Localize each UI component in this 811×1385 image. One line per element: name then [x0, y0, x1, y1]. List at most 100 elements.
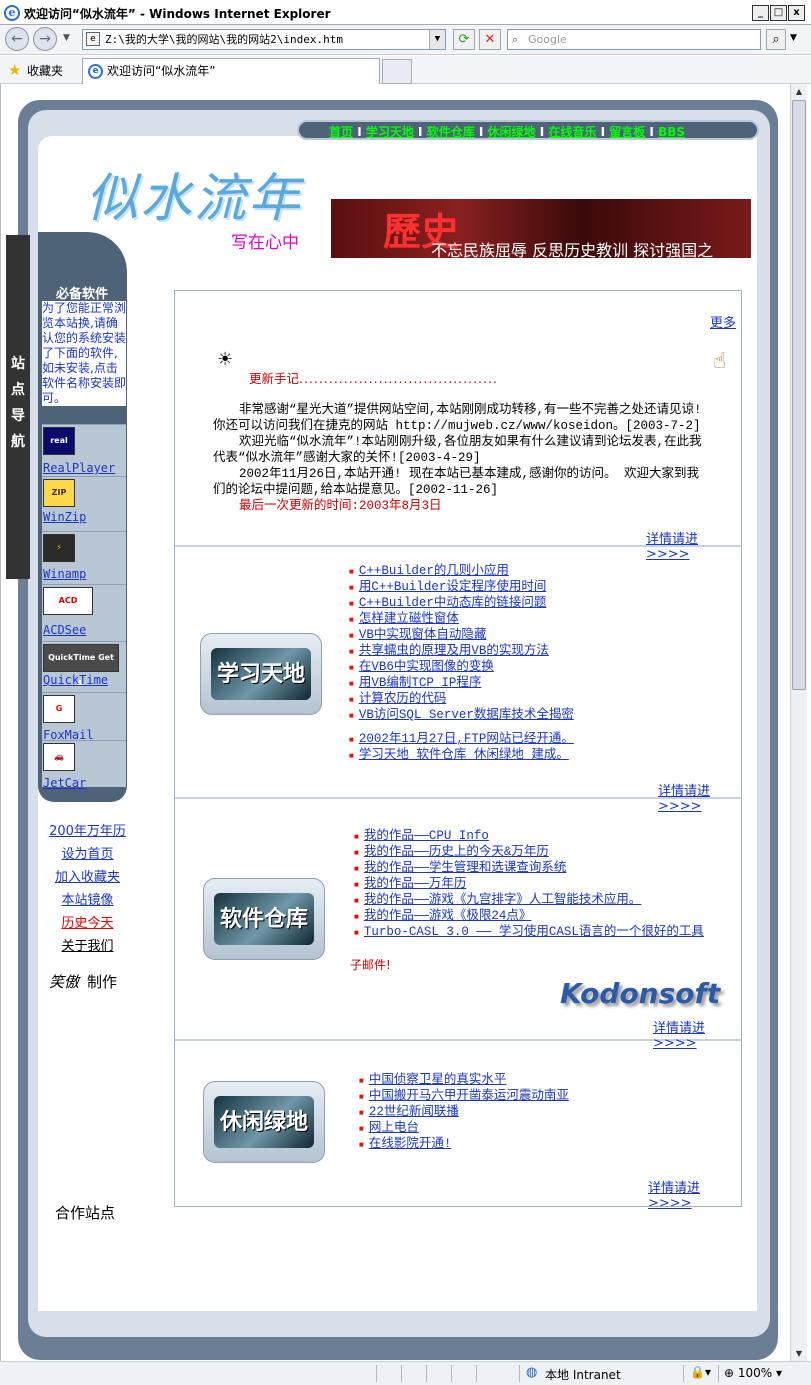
- list-link[interactable]: 中国侦察卫星的真实水平: [369, 1073, 507, 1087]
- list-item[interactable]: ■ 怎样建立磁性窗体: [349, 612, 739, 628]
- jetcar-icon[interactable]: 🚗: [43, 743, 75, 771]
- nav-link[interactable]: 学习天地: [366, 125, 414, 139]
- winzip-icon[interactable]: ZIP: [43, 479, 75, 507]
- study-badge[interactable]: 学习天地: [200, 633, 322, 715]
- favorites-button[interactable]: 收藏夹: [27, 62, 63, 79]
- left-link[interactable]: 关于我们: [42, 935, 133, 954]
- software-item-foxmail[interactable]: G FoxMail: [42, 692, 126, 742]
- left-link[interactable]: 200年万年历: [42, 820, 133, 839]
- address-input[interactable]: e Z:\我的大学\我的网站\我的网站2\index.htm ▼: [82, 29, 446, 50]
- zoom-level[interactable]: ⊕ 100% ▾: [724, 1366, 782, 1380]
- list-link[interactable]: 怎样建立磁性窗体: [359, 612, 459, 626]
- list-item[interactable]: ■ 用VB编制TCP_IP程序: [349, 676, 739, 692]
- minimize-button[interactable]: _: [752, 5, 769, 21]
- list-link[interactable]: 在线影院开通!: [369, 1137, 452, 1151]
- list-item[interactable]: ■ 22世纪新闻联播: [359, 1105, 739, 1121]
- list-link[interactable]: 用VB编制TCP_IP程序: [359, 676, 482, 690]
- software-link[interactable]: WinZip: [43, 510, 86, 524]
- software-item-quicktime[interactable]: QuickTime Get 4. QuickTime: [42, 641, 126, 692]
- list-link[interactable]: 我的作品——历史上的今天&万年历: [364, 845, 549, 859]
- left-link[interactable]: 历史今天: [42, 912, 133, 931]
- software-item-realplayer[interactable]: real RealPlayer: [42, 424, 126, 476]
- list-link[interactable]: 我的作品——CPU Info: [364, 829, 489, 843]
- nav-link[interactable]: 休闲绿地: [488, 125, 536, 139]
- list-link[interactable]: VB中实现窗体自动隐藏: [359, 628, 487, 642]
- winamp-icon[interactable]: ⚡: [43, 534, 75, 562]
- list-item[interactable]: ■ 我的作品——万年历: [354, 877, 739, 893]
- list-item[interactable]: ■ C++Builder的几则小应用: [349, 564, 739, 580]
- scroll-thumb[interactable]: [792, 100, 806, 690]
- list-link[interactable]: 学习天地 软件仓库 休闲绿地 建成。: [359, 748, 569, 762]
- software-badge[interactable]: 软件仓库: [203, 878, 325, 960]
- nav-link[interactable]: BBS: [658, 125, 685, 139]
- history-banner[interactable]: 歷史 不忘民族屈辱 反思历史教训 探讨强国之: [331, 199, 751, 258]
- list-link[interactable]: 我的作品——学生管理和选课查询系统: [364, 861, 567, 875]
- software-link[interactable]: ACDSee: [43, 623, 86, 637]
- list-link[interactable]: 我的作品——游戏《极限24点》: [364, 909, 532, 923]
- list-link[interactable]: C++Builder中动态库的链接问题: [359, 596, 547, 610]
- address-dropdown-icon[interactable]: ▼: [429, 30, 445, 49]
- stop-button[interactable]: ✕: [479, 29, 501, 50]
- close-button[interactable]: x: [788, 5, 805, 21]
- search-options-icon[interactable]: ▼: [790, 33, 797, 43]
- software-item-jetcar[interactable]: 🚗 JetCar: [42, 740, 126, 790]
- leisure-detail-link[interactable]: 详情请进>>>>: [648, 1177, 741, 1211]
- security-zone[interactable]: 本地 Intranet: [545, 1366, 621, 1383]
- back-button[interactable]: ←: [5, 27, 29, 51]
- maximize-button[interactable]: □: [770, 5, 787, 21]
- more-link[interactable]: 更多: [710, 312, 736, 331]
- list-item[interactable]: ■ 学习天地 软件仓库 休闲绿地 建成。: [349, 748, 739, 764]
- left-link[interactable]: 加入收藏夹: [42, 866, 133, 885]
- list-link[interactable]: 22世纪新闻联播: [369, 1105, 459, 1119]
- list-item[interactable]: ■ 中国搬开马六甲开凿泰运河震动南亚: [359, 1089, 739, 1105]
- nav-link[interactable]: 软件仓库: [427, 125, 475, 139]
- list-link[interactable]: 共享蠕虫的原理及用VB的实现方法: [359, 644, 549, 658]
- list-item[interactable]: ■ 我的作品——游戏《九宫排字》人工智能技术应用。: [354, 893, 739, 909]
- software-item-acdsee[interactable]: ACD ACDSee: [42, 584, 126, 641]
- software-link[interactable]: Winamp: [43, 567, 86, 581]
- list-link[interactable]: 中国搬开马六甲开凿泰运河震动南亚: [369, 1089, 569, 1103]
- list-item[interactable]: ■ 中国侦察卫星的真实水平: [359, 1073, 739, 1089]
- list-link[interactable]: 在VB6中实现图像的变换: [359, 660, 494, 674]
- list-item[interactable]: ■ C++Builder中动态库的链接问题: [349, 596, 739, 612]
- nav-link[interactable]: 在线音乐: [548, 125, 596, 139]
- software-item-winamp[interactable]: ⚡ Winamp: [42, 531, 126, 584]
- list-item[interactable]: ■ 在线影院开通!: [359, 1137, 739, 1153]
- list-link[interactable]: C++Builder的几则小应用: [359, 564, 509, 578]
- list-link[interactable]: 网上电台: [369, 1121, 419, 1135]
- list-item[interactable]: ■ 用C++Builder设定程序使用时间: [349, 580, 739, 596]
- nav-link[interactable]: 首页: [329, 125, 353, 139]
- quicktime-icon[interactable]: QuickTime Get 4.: [43, 644, 119, 688]
- scroll-up-icon[interactable]: ▲: [791, 84, 807, 99]
- list-link[interactable]: Turbo-CASL 3.0 —— 学习使用CASL语言的一个很好的工具: [364, 925, 704, 939]
- list-item[interactable]: ■ 2002年11月27日,FTP网站已经开通。: [349, 732, 739, 748]
- new-tab-button[interactable]: [382, 59, 412, 84]
- forward-button[interactable]: →: [33, 27, 57, 51]
- list-item[interactable]: ■ VB中实现窗体自动隐藏: [349, 628, 739, 644]
- realplayer-icon[interactable]: real: [43, 427, 75, 455]
- leisure-badge[interactable]: 休闲绿地: [203, 1081, 325, 1163]
- history-dropdown-icon[interactable]: ▼: [63, 33, 70, 43]
- list-link[interactable]: 我的作品——万年历: [364, 877, 467, 891]
- foxmail-icon[interactable]: G: [43, 695, 75, 723]
- list-item[interactable]: ■ Turbo-CASL 3.0 —— 学习使用CASL语言的一个很好的工具: [354, 925, 739, 941]
- tab-current[interactable]: e 欢迎访问“似水流年”: [82, 58, 380, 84]
- software-link[interactable]: QuickTime: [43, 673, 108, 687]
- list-item[interactable]: ■ 网上电台: [359, 1121, 739, 1137]
- station-nav-tab[interactable]: 站点导航: [6, 235, 30, 579]
- list-item[interactable]: ■ 在VB6中实现图像的变换: [349, 660, 739, 676]
- list-item[interactable]: ■ 我的作品——学生管理和选课查询系统: [354, 861, 739, 877]
- list-link[interactable]: 2002年11月27日,FTP网站已经开通。: [359, 732, 574, 746]
- left-link[interactable]: 设为首页: [42, 843, 133, 862]
- list-item[interactable]: ■ 共享蠕虫的原理及用VB的实现方法: [349, 644, 739, 660]
- address-url[interactable]: Z:\我的大学\我的网站\我的网站2\index.htm: [105, 33, 343, 46]
- favorites-star-icon[interactable]: ★: [8, 61, 21, 79]
- list-item[interactable]: ■ 我的作品——游戏《极限24点》: [354, 909, 739, 925]
- software-link[interactable]: JetCar: [43, 776, 86, 790]
- list-link[interactable]: 计算农历的代码: [359, 692, 447, 706]
- vertical-scrollbar[interactable]: ▲ ▼: [790, 84, 807, 1361]
- software-link[interactable]: RealPlayer: [43, 461, 115, 475]
- list-link[interactable]: VB访问SQL Server数据库技术全揭密: [359, 708, 574, 722]
- list-item[interactable]: ■ 我的作品——历史上的今天&万年历: [354, 845, 739, 861]
- refresh-button[interactable]: ⟳: [453, 29, 475, 50]
